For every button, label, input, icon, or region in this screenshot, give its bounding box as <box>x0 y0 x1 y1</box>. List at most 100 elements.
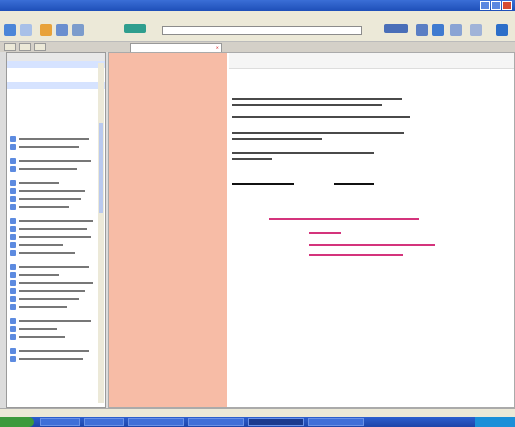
list-item[interactable] <box>7 295 99 303</box>
list-item[interactable] <box>7 271 99 279</box>
link-line[interactable] <box>309 244 435 246</box>
taskbar-item[interactable] <box>84 418 124 426</box>
tab-search[interactable] <box>34 43 46 51</box>
taskbar-item[interactable] <box>40 418 80 426</box>
link-line[interactable] <box>309 232 341 234</box>
bookmark-icon[interactable] <box>416 24 428 36</box>
close-icon[interactable]: × <box>216 44 219 51</box>
content-area <box>108 52 515 408</box>
text-line <box>232 138 322 140</box>
document-header <box>229 53 514 69</box>
forward-icon[interactable] <box>20 24 32 36</box>
list-item[interactable] <box>7 233 99 241</box>
list-item[interactable] <box>7 203 99 211</box>
topic-icon <box>10 304 16 310</box>
print-icon[interactable] <box>56 24 68 36</box>
text-line <box>232 183 294 185</box>
list-item[interactable] <box>7 217 99 225</box>
taskbar <box>0 417 515 427</box>
sidebar <box>6 52 106 408</box>
taskbar-item[interactable] <box>188 418 244 426</box>
list-item[interactable] <box>7 135 99 143</box>
topic-icon <box>10 188 16 194</box>
list-item[interactable] <box>7 333 99 341</box>
list-item[interactable] <box>7 157 99 165</box>
topic-icon <box>10 356 16 362</box>
list-item[interactable] <box>7 249 99 257</box>
text-line <box>334 183 374 185</box>
list-item[interactable] <box>7 287 99 295</box>
list-item[interactable] <box>7 347 99 355</box>
list-item[interactable] <box>7 225 99 233</box>
text-line <box>232 104 382 106</box>
window-titlebar <box>0 0 515 11</box>
refresh-icon[interactable] <box>450 24 462 36</box>
topic-icon <box>10 144 16 150</box>
list-item[interactable] <box>7 195 99 203</box>
topic-icon <box>10 218 16 224</box>
menu-bar <box>0 11 515 20</box>
list-item[interactable] <box>7 179 99 187</box>
tab-active-document[interactable]: × <box>130 43 222 52</box>
settings-icon[interactable] <box>496 24 508 36</box>
sidebar-row[interactable] <box>7 61 105 68</box>
topic-icon <box>10 226 16 232</box>
document-pane <box>229 53 514 407</box>
text-line <box>232 98 402 100</box>
list-item[interactable] <box>7 143 99 151</box>
text-line <box>232 152 374 154</box>
link-line[interactable] <box>309 254 403 256</box>
system-tray-clock <box>475 417 515 427</box>
tab-contents[interactable] <box>4 43 16 51</box>
maximize-icon[interactable] <box>491 1 501 10</box>
options-icon[interactable] <box>72 24 84 36</box>
list-item[interactable] <box>7 263 99 271</box>
start-button[interactable] <box>0 417 34 427</box>
scrollbar-thumb[interactable] <box>99 123 103 213</box>
link-line[interactable] <box>269 218 419 220</box>
home-icon[interactable] <box>432 24 444 36</box>
list-item[interactable] <box>7 241 99 249</box>
status-bar <box>0 408 515 417</box>
taskbar-item[interactable] <box>308 418 364 426</box>
topic-icon <box>10 136 16 142</box>
topic-icon <box>10 280 16 286</box>
list-item[interactable] <box>7 165 99 173</box>
topic-icon <box>10 242 16 248</box>
tab-index[interactable] <box>19 43 31 51</box>
topic-icon <box>10 234 16 240</box>
sidebar-row[interactable] <box>7 82 105 89</box>
list-item[interactable] <box>7 317 99 325</box>
list-item[interactable] <box>7 279 99 287</box>
hide-icon[interactable] <box>40 24 52 36</box>
taskbar-item[interactable] <box>128 418 184 426</box>
help-icon[interactable] <box>470 24 482 36</box>
topic-icon <box>10 204 16 210</box>
sidebar-tree <box>7 135 99 363</box>
sidebar-scrollbar[interactable] <box>98 63 104 403</box>
address-bar[interactable] <box>162 26 362 35</box>
sidebar-row[interactable] <box>7 75 105 82</box>
list-item[interactable] <box>7 303 99 311</box>
topic-icon <box>10 180 16 186</box>
list-item[interactable] <box>7 325 99 333</box>
back-icon[interactable] <box>4 24 16 36</box>
topic-icon <box>10 196 16 202</box>
text-line <box>232 116 410 118</box>
nav-pane <box>109 53 227 407</box>
topic-icon <box>10 296 16 302</box>
topic-icon <box>10 158 16 164</box>
text-line <box>232 132 404 134</box>
list-item[interactable] <box>7 355 99 363</box>
list-item[interactable] <box>7 187 99 195</box>
sidebar-row[interactable] <box>7 68 105 75</box>
tab-row: × <box>0 42 515 52</box>
minimize-icon[interactable] <box>480 1 490 10</box>
go-icon[interactable] <box>384 24 408 33</box>
topic-icon <box>10 250 16 256</box>
taskbar-item-active[interactable] <box>248 418 304 426</box>
topic-icon <box>10 264 16 270</box>
search-icon[interactable] <box>124 24 146 33</box>
close-window-icon[interactable] <box>502 1 512 10</box>
topic-icon <box>10 272 16 278</box>
